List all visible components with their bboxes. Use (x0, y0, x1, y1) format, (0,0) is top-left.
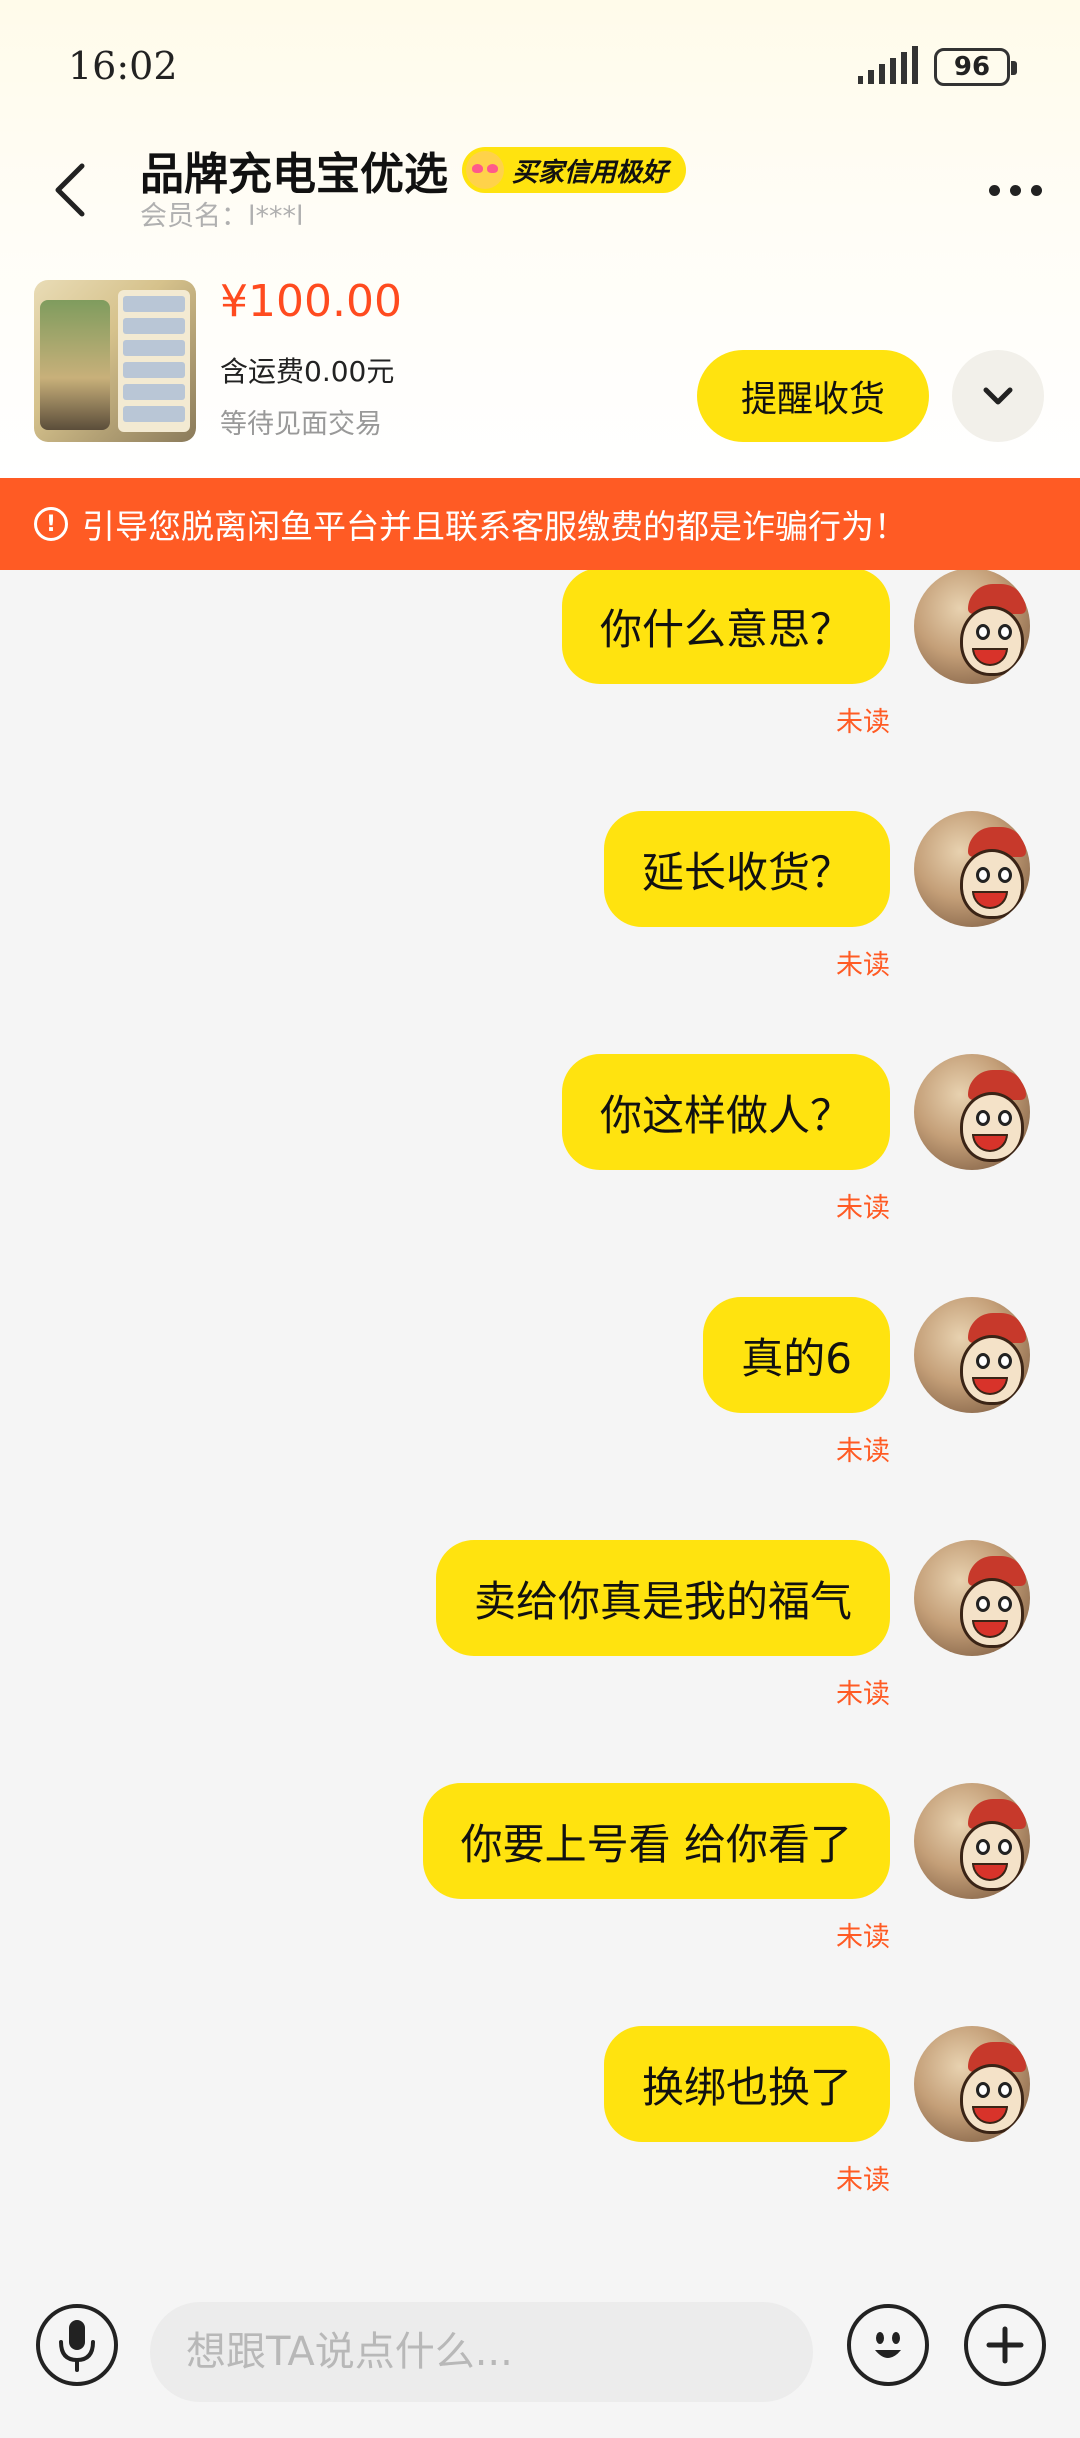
message-bubble[interactable]: 卖给你真是我的福气 (435, 1540, 890, 1656)
avatar[interactable] (914, 1297, 1030, 1413)
message-input[interactable] (150, 2302, 813, 2402)
credit-badge: 买家信用极好 (462, 147, 687, 193)
status-bar: 16:02 96 (0, 0, 1080, 130)
message-bubble[interactable]: 延长收货？ (603, 811, 890, 927)
message-bubble[interactable]: 换绑也换了 (603, 2026, 890, 2142)
thumbnail-character-art (40, 300, 110, 430)
read-status: 未读 (836, 1922, 890, 1953)
chat-page: 16:02 96 品牌充电宝优选 买家信用极好 会员名：l***l ¥100.0… (0, 0, 1080, 2438)
avatar[interactable] (914, 1783, 1030, 1899)
status-time: 16:02 (68, 44, 178, 88)
message-item: 换绑也换了 未读 (0, 2026, 1080, 2226)
plus-icon (986, 2326, 1024, 2364)
trade-status: 等待见面交易 (220, 409, 382, 440)
back-button[interactable] (40, 150, 100, 230)
credit-badge-label: 买家信用极好 (512, 157, 669, 188)
read-status: 未读 (836, 2165, 890, 2196)
more-dots-icon (988, 184, 1000, 196)
avatar[interactable] (914, 1054, 1030, 1170)
avatar[interactable] (914, 2026, 1030, 2142)
more-dots-icon (1030, 184, 1042, 196)
signal-icon (858, 46, 918, 84)
message-item: 你这样做人？ 未读 (0, 1054, 1080, 1254)
message-item: 你什么意思？ 未读 (0, 568, 1080, 768)
message-bubble[interactable]: 你要上号看 给你看了 (422, 1783, 890, 1899)
voice-button[interactable] (36, 2304, 118, 2386)
avatar[interactable] (914, 811, 1030, 927)
member-name: 会员名：l***l (140, 201, 304, 232)
microphone-icon (59, 2320, 95, 2372)
top-area: 16:02 96 品牌充电宝优选 买家信用极好 会员名：l***l ¥100.0… (0, 0, 1080, 478)
title-row: 品牌充电宝优选 买家信用极好 (140, 138, 687, 202)
product-card[interactable]: ¥100.00 含运费0.00元 等待见面交易 提醒收货 (0, 276, 1080, 452)
fraud-warning-banner: ! 引导您脱离闲鱼平台并且联系客服缴费的都是诈骗行为！ (0, 478, 1080, 570)
message-bubble[interactable]: 你这样做人？ (561, 1054, 890, 1170)
battery-level: 96 (953, 52, 991, 82)
message-bubble[interactable]: 你什么意思？ (561, 568, 890, 684)
read-status: 未读 (836, 1193, 890, 1224)
emoji-button[interactable] (847, 2304, 929, 2386)
heart-eyes-emoji-icon (466, 151, 504, 189)
nav-bar: 品牌充电宝优选 买家信用极好 会员名：l***l (0, 130, 1080, 250)
product-thumbnail[interactable] (34, 280, 196, 442)
warning-icon: ! (34, 507, 68, 541)
thumbnail-card-list (118, 290, 190, 432)
smiley-icon (875, 2332, 901, 2358)
avatar[interactable] (914, 1540, 1030, 1656)
product-price: ¥100.00 (220, 276, 402, 327)
more-button[interactable] (980, 160, 1050, 220)
remind-receipt-button[interactable]: 提醒收货 (697, 350, 929, 442)
message-item: 你要上号看 给你看了 未读 (0, 1783, 1080, 1983)
message-list: 你什么意思？ 未读 延长收货？ 未读 你这样做人？ 未读 真的6 未读 卖给你真… (0, 560, 1080, 2260)
message-item: 真的6 未读 (0, 1297, 1080, 1497)
message-bubble[interactable]: 真的6 (703, 1297, 890, 1413)
input-bar (0, 2262, 1080, 2438)
message-item: 延长收货？ 未读 (0, 811, 1080, 1011)
read-status: 未读 (836, 950, 890, 981)
shop-name[interactable]: 品牌充电宝优选 (140, 138, 448, 202)
avatar[interactable] (914, 568, 1030, 684)
read-status: 未读 (836, 707, 890, 738)
battery-icon: 96 (934, 48, 1017, 86)
expand-button[interactable] (952, 350, 1044, 442)
chevron-down-icon (983, 387, 1013, 405)
read-status: 未读 (836, 1679, 890, 1710)
warning-text: 引导您脱离闲鱼平台并且联系客服缴费的都是诈骗行为！ (82, 507, 907, 546)
more-actions-button[interactable] (964, 2304, 1046, 2386)
shipping-fee: 含运费0.00元 (220, 355, 395, 388)
read-status: 未读 (836, 1436, 890, 1467)
more-dots-icon (1009, 184, 1021, 196)
message-item: 卖给你真是我的福气 未读 (0, 1540, 1080, 1740)
back-arrow-icon (55, 163, 85, 217)
